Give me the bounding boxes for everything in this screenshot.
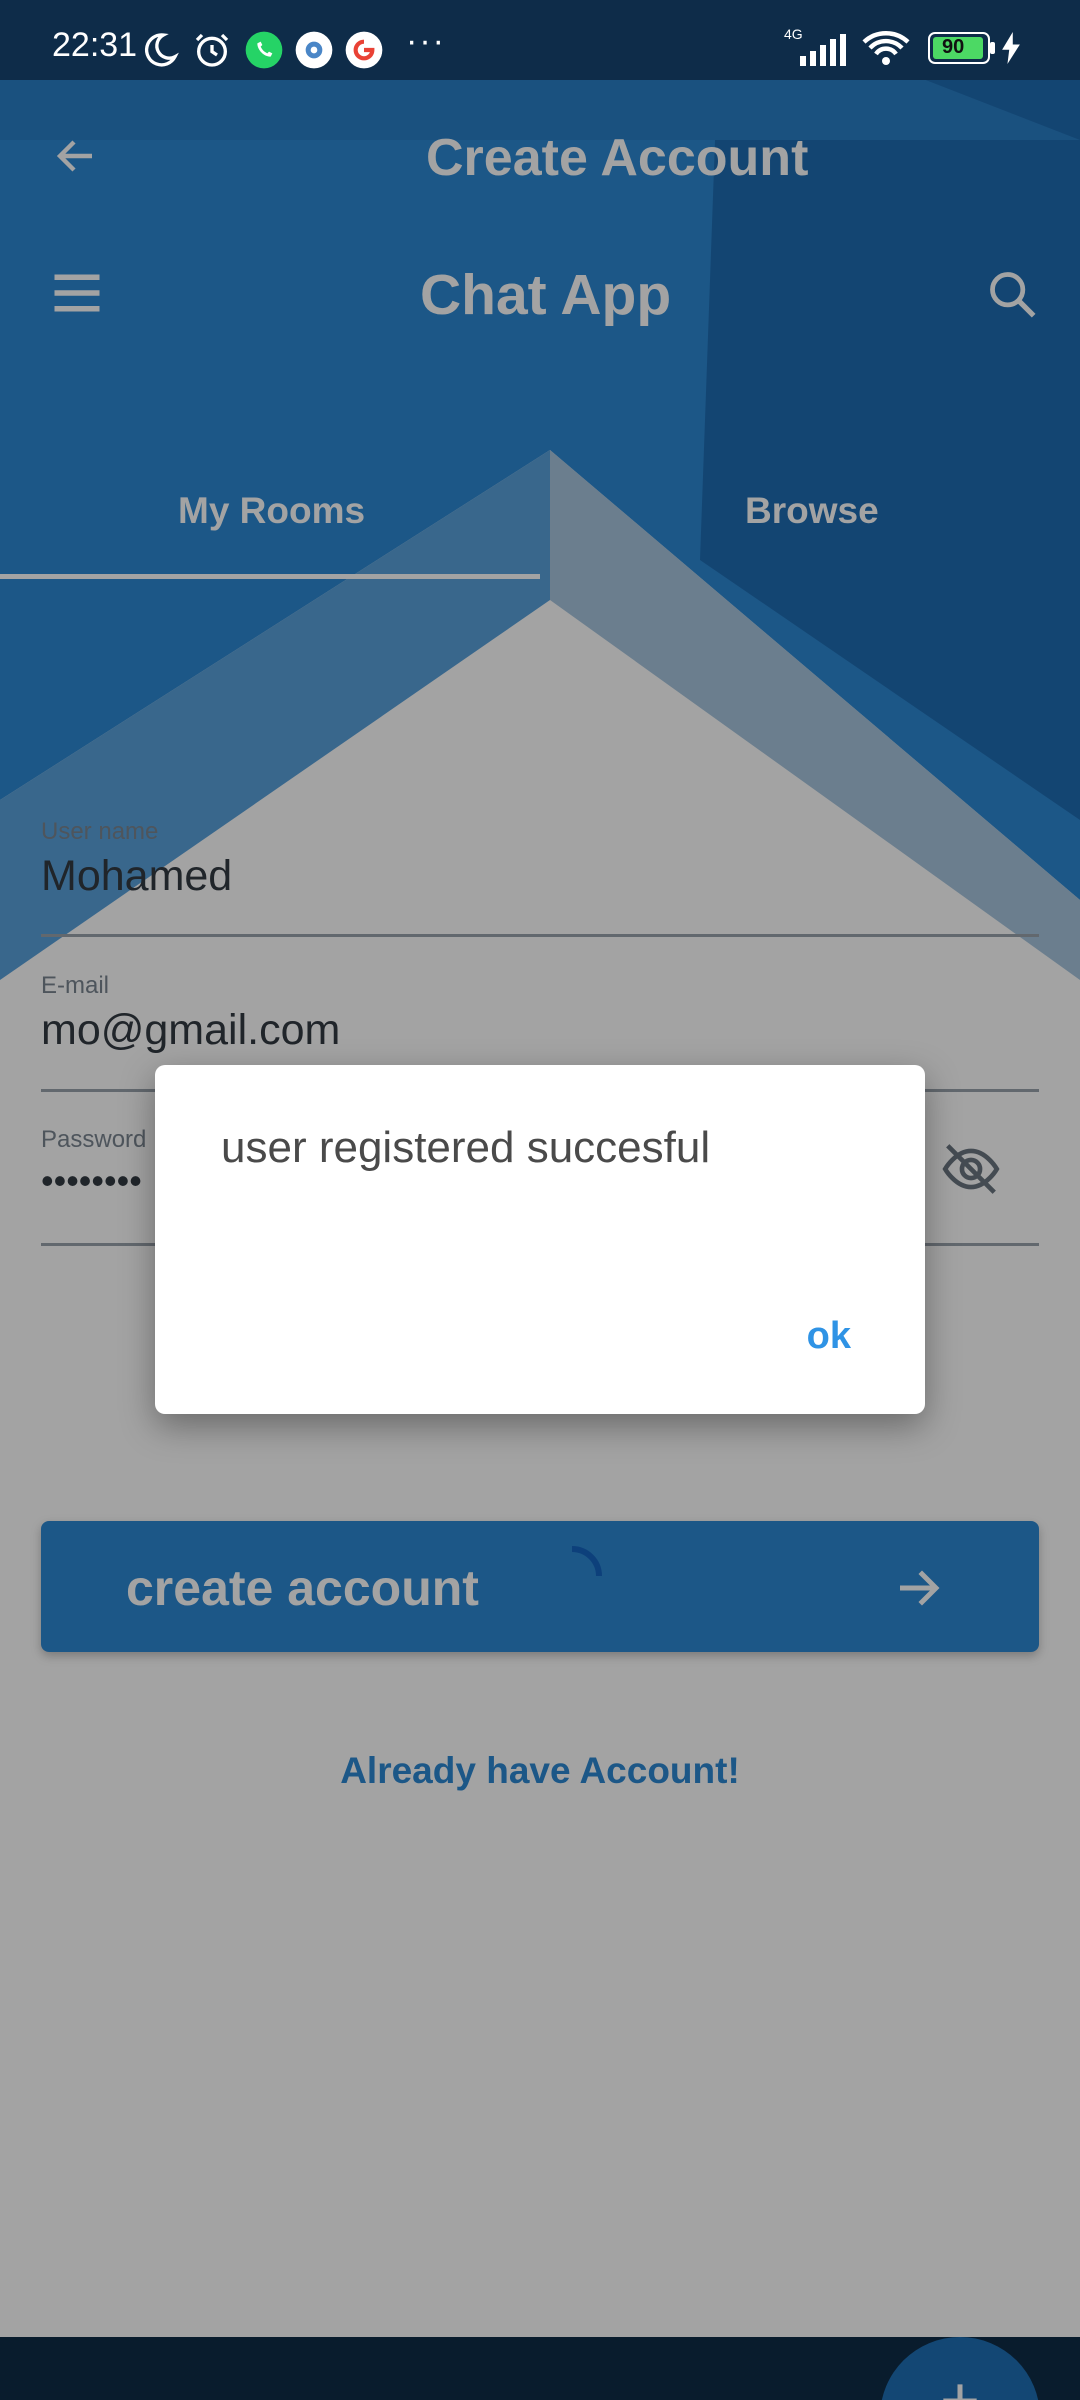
moon-icon (140, 30, 180, 75)
screen: 22:31 ··· 4G 90 Create Account Chat App … (0, 0, 1080, 2400)
alert-dialog: user registered succesful ok (155, 1065, 925, 1414)
status-time: 22:31 (52, 26, 138, 64)
alarm-icon (192, 30, 232, 75)
signal-icon (780, 34, 850, 71)
wifi-icon (862, 30, 910, 71)
whatsapp-icon (244, 30, 284, 75)
google-icon (344, 30, 384, 75)
settings-app-icon (294, 30, 334, 75)
ok-button[interactable]: ok (807, 1315, 851, 1358)
status-bar: 22:31 ··· 4G 90 (0, 0, 1080, 80)
charging-icon (1000, 32, 1022, 69)
dialog-message: user registered succesful (221, 1123, 711, 1172)
battery-level: 90 (942, 36, 965, 58)
more-notifications-icon: ··· (406, 22, 446, 60)
